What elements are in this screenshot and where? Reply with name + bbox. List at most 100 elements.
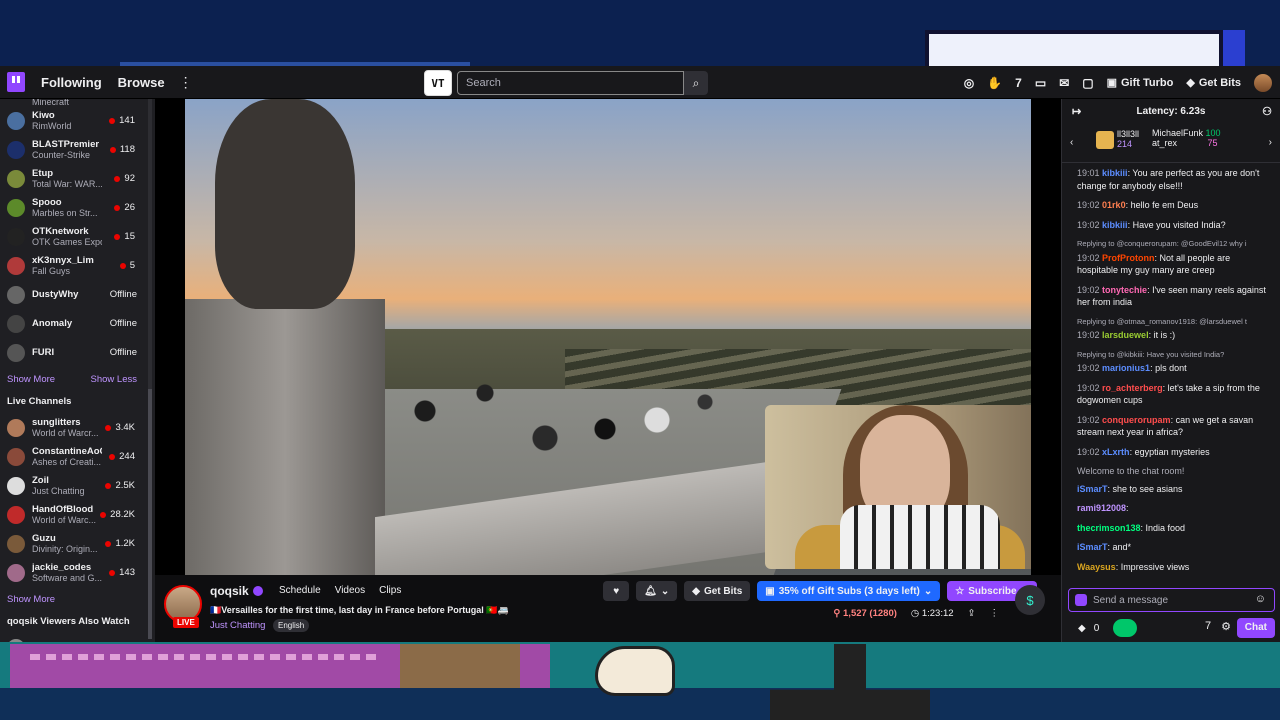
notifications-button[interactable]: 🔔︎ ⌄	[636, 581, 678, 601]
chat-username[interactable]: 01rk0	[1102, 200, 1126, 210]
leaderboard-prev-icon[interactable]: ‹	[1070, 137, 1073, 148]
video-player[interactable]	[155, 99, 1061, 575]
chat-message[interactable]: 19:02 ro_achterberg: let's take a sip fr…	[1077, 382, 1272, 407]
chat-username[interactable]: iSmarT	[1077, 484, 1108, 494]
language-tag[interactable]: English	[273, 619, 310, 632]
chat-username[interactable]: marionius1	[1102, 363, 1150, 373]
share-icon[interactable]: ⇪	[968, 608, 976, 619]
chat-input[interactable]: Send a message ☺	[1068, 588, 1275, 612]
vt-extension-icon[interactable]: VT	[424, 70, 452, 96]
collapse-chat-icon[interactable]: ↦	[1072, 105, 1081, 118]
left-sidebar: Minecraft Kiwo RimWorld 141 BLASTPremier Cou…	[0, 99, 155, 642]
chat-message[interactable]: iSmarT: and*	[1077, 541, 1272, 554]
chat-username[interactable]: tonytechie	[1102, 285, 1147, 295]
emote-icon[interactable]: ☺	[1255, 593, 1266, 605]
tab-clips[interactable]: Clips	[379, 585, 401, 596]
channel-points[interactable]: ◆ 0	[1078, 623, 1099, 634]
channel-name[interactable]: qoqsik	[210, 584, 263, 598]
chat-username[interactable]: rami912008	[1077, 503, 1126, 513]
stream-category[interactable]: Just Chatting	[210, 620, 265, 631]
sidebar-channel-item[interactable]: Kiwo RimWorld 141	[0, 106, 155, 135]
sidebar-channel-item[interactable]: BLASTPremier Counter-Strike 118	[0, 135, 155, 164]
live-dot-icon	[109, 453, 116, 460]
get-bits-channel-button[interactable]: ◆ Get Bits	[684, 581, 751, 601]
channel-game: Marbles on Str...	[32, 207, 98, 218]
tab-schedule[interactable]: Schedule	[279, 585, 321, 596]
search-icon[interactable]: ⌕	[684, 71, 708, 95]
chat-username[interactable]: iSmarT	[1077, 542, 1108, 552]
show-more-link[interactable]: Show More	[7, 374, 55, 385]
chat-username[interactable]: kibkiii	[1102, 168, 1128, 178]
chat-message[interactable]: 19:02 tonytechie: I've seen many reels a…	[1077, 284, 1272, 309]
chat-username[interactable]: ProfProtonn	[1102, 253, 1155, 263]
live-show-more-link[interactable]: Show More	[7, 594, 55, 605]
sidebar-channel-item[interactable]: jackie_codes Software and G... 143	[0, 558, 155, 587]
chat-message[interactable]: 19:02 01rk0: hello fe em Deus	[1077, 199, 1272, 212]
nav-following[interactable]: Following	[41, 75, 102, 90]
chat-message[interactable]: iSmarT: she to see asians	[1077, 483, 1272, 496]
show-less-link[interactable]: Show Less	[91, 374, 137, 385]
sidebar-channel-item[interactable]: sunglitters World of Warcr... 3.4K	[0, 413, 155, 442]
get-bits-button[interactable]: ◆ Get Bits	[1186, 76, 1241, 90]
sidebar-channel-item[interactable]: DustyWhy Offline	[0, 280, 155, 309]
sidebar-channel-item[interactable]: StudyTme +11.3K	[0, 633, 155, 642]
chat-username[interactable]: ro_achterberg	[1102, 383, 1163, 393]
extension-icon[interactable]: ✋	[987, 76, 1002, 90]
stream-video[interactable]	[185, 99, 1031, 575]
sidebar-channel-item[interactable]: Etup Total War: WAR... 92	[0, 164, 155, 193]
twitch-logo-icon[interactable]	[7, 72, 25, 92]
gift-leaderboard: ‹ ll3ll3ll 214 MichaelFunk 100 at_rex 75…	[1062, 123, 1280, 163]
more-options-icon[interactable]: ⋮	[990, 608, 1000, 619]
inbox-icon[interactable]: ▭	[1035, 76, 1046, 90]
chat-badge-icon[interactable]	[1075, 594, 1087, 606]
seven-tv-icon[interactable]: 7	[1015, 76, 1022, 90]
chat-message[interactable]: 19:02 xLxrth: egyptian mysteries	[1077, 446, 1272, 459]
chat-message[interactable]: Waaysus: Impressive views	[1077, 561, 1272, 574]
extension-panel-icon[interactable]: $	[1015, 585, 1045, 615]
sidebar-channel-item[interactable]: Anomaly Offline	[0, 309, 155, 338]
sidebar-channel-item[interactable]: Zoil Just Chatting 2.5K	[0, 471, 155, 500]
user-avatar[interactable]	[1254, 73, 1272, 92]
seven-tv-icon[interactable]: 7	[1205, 620, 1211, 633]
chat-message[interactable]: 19:01 kibkiii: You are perfect as you ar…	[1077, 167, 1272, 192]
chat-message[interactable]: rami912008:	[1077, 502, 1272, 515]
viewer-count: 26	[114, 202, 135, 213]
whispers-icon[interactable]: ▢	[1082, 76, 1093, 90]
leaderboard-next-icon[interactable]: ›	[1269, 137, 1272, 148]
sidebar-channel-item[interactable]: xK3nnyx_Lim Fall Guys 5	[0, 251, 155, 280]
sidebar-channel-item[interactable]: FURI Offline	[0, 338, 155, 367]
chat-username[interactable]: Waaysus	[1077, 562, 1116, 572]
more-icon[interactable]: ⋮	[179, 74, 193, 91]
chat-message[interactable]: 19:02 ProfProtonn: Not all people are ho…	[1077, 252, 1272, 277]
search-input[interactable]: Search	[457, 71, 684, 95]
chat-send-button[interactable]: Chat	[1236, 618, 1275, 638]
follow-heart-button[interactable]: ♥	[603, 581, 630, 601]
video-statue	[215, 99, 355, 309]
tab-videos[interactable]: Videos	[335, 585, 365, 596]
gift-turbo-button[interactable]: ▣ Gift Turbo	[1107, 76, 1174, 90]
viewer-count-text: 2.5K	[115, 480, 135, 491]
mail-icon[interactable]: ✉	[1059, 76, 1069, 90]
sidebar-channel-item[interactable]: HandOfBlood World of Warc... 28.2K	[0, 500, 155, 529]
gift-subs-button[interactable]: ▣ 35% off Gift Subs (3 days left) ⌄	[757, 581, 941, 601]
chat-username[interactable]: conquerorupam	[1102, 415, 1171, 425]
chat-message[interactable]: 19:02 conquerorupam: can we get a savan …	[1077, 414, 1272, 439]
sidebar-channel-item[interactable]: Spooo Marbles on Str... 26	[0, 193, 155, 222]
chat-message[interactable]: 19:02 kibkiii: Have you visited India?	[1077, 219, 1272, 232]
users-icon[interactable]: ⚇	[1262, 105, 1272, 118]
settings-gear-icon[interactable]: ⚙	[1221, 620, 1231, 633]
chat-message[interactable]: 19:02 larsduewel: it is :)	[1077, 329, 1272, 342]
chat-username[interactable]: larsduewel	[1102, 330, 1149, 340]
chat-message[interactable]: thecrimson138: India food	[1077, 522, 1272, 535]
nav-browse[interactable]: Browse	[118, 75, 165, 90]
sidebar-channel-item[interactable]: Guzu Divinity: Origin... 1.2K	[0, 529, 155, 558]
sidebar-channel-item[interactable]: ConstantineAoC Ashes of Creati... 244	[0, 442, 155, 471]
chat-username[interactable]: thecrimson138	[1077, 523, 1141, 533]
chat-username[interactable]: kibkiii	[1102, 220, 1128, 230]
chat-message[interactable]: 19:02 marionius1: pls dont	[1077, 362, 1272, 375]
claim-points-button[interactable]	[1113, 619, 1138, 637]
chat-username[interactable]: xLxrth	[1102, 447, 1130, 457]
sidebar-channel-item[interactable]: OTKnetwork OTK Games Expo 15	[0, 222, 155, 251]
channel-avatar-icon	[7, 140, 25, 159]
prime-icon[interactable]: ◎	[964, 76, 974, 90]
